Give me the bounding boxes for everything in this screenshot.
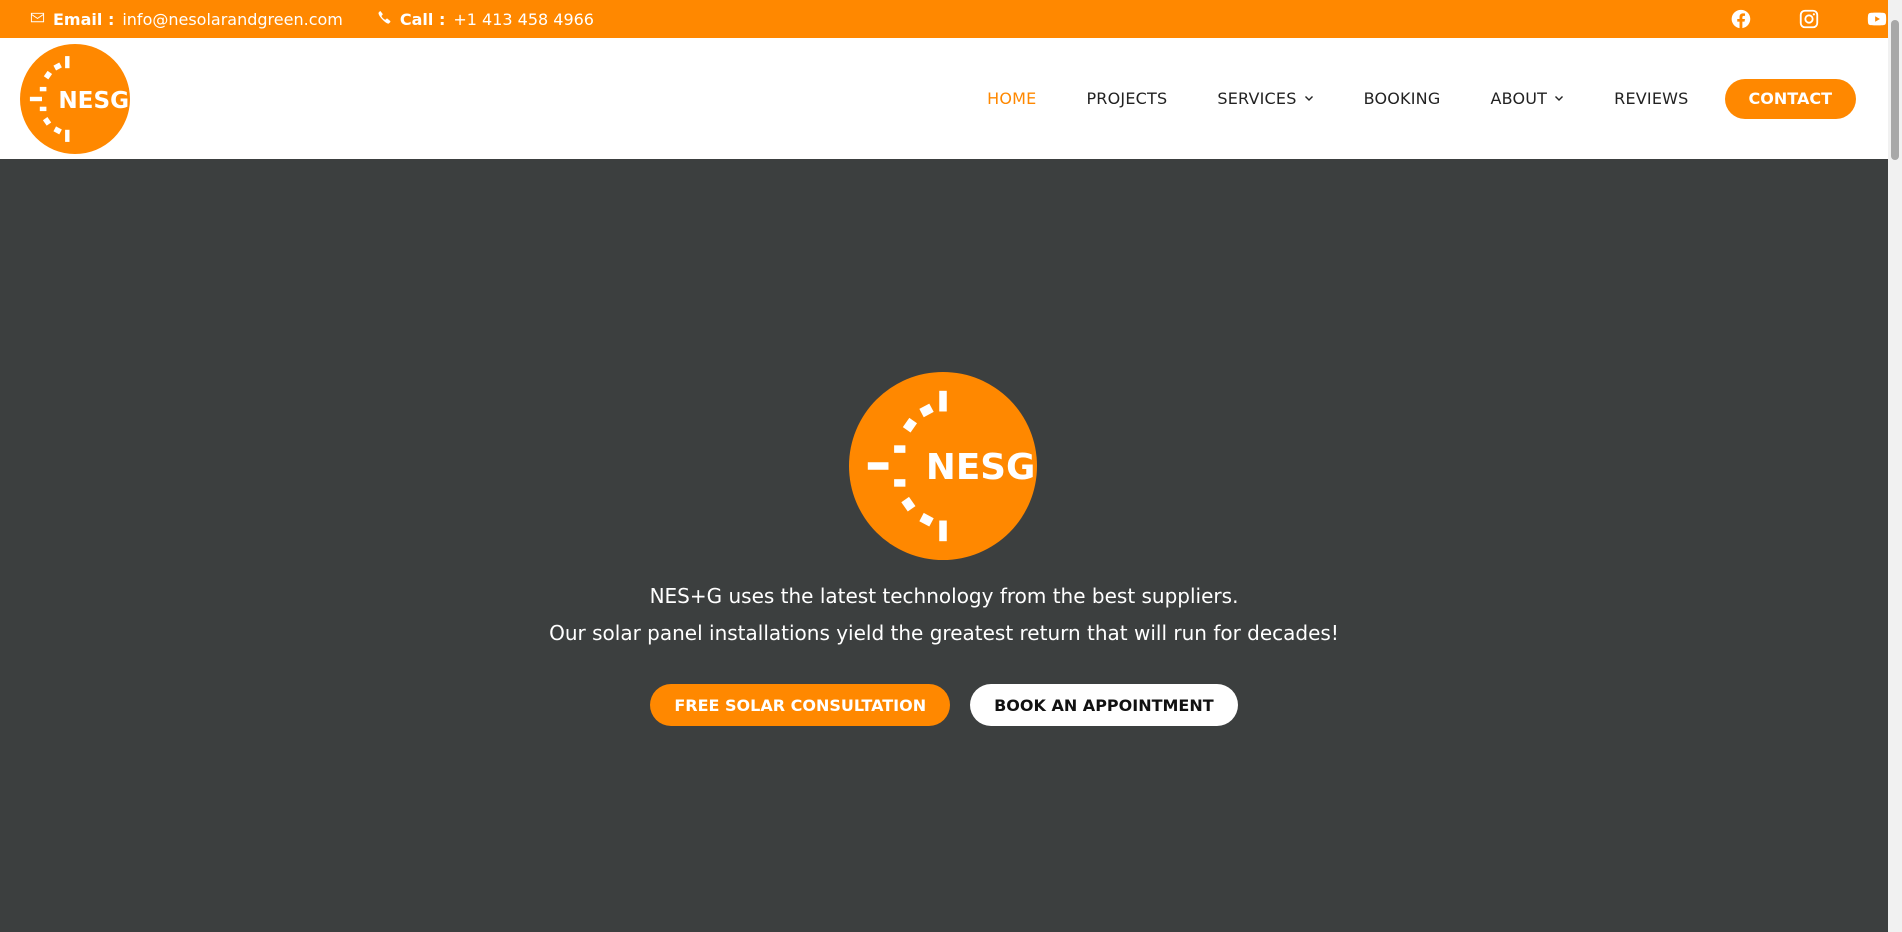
top-contact-bar: Email : info@nesolarandgreen.com Call : … <box>0 0 1888 38</box>
nav-booking[interactable]: BOOKING <box>1364 89 1441 108</box>
facebook-icon[interactable] <box>1730 8 1752 30</box>
nav-booking-label: BOOKING <box>1363 89 1441 108</box>
hero-logo-text: NESG <box>926 447 1035 488</box>
main-navigation: HOME PROJECTS SERVICES BOOKING ABOUT REV… <box>937 38 1856 159</box>
site-header: NESG HOME PROJECTS SERVICES BOOKING ABOU… <box>0 38 1888 159</box>
nav-home[interactable]: HOME <box>987 89 1036 108</box>
phone-contact[interactable]: Call : +1 413 458 4966 <box>377 10 594 29</box>
nav-about[interactable]: ABOUT <box>1490 89 1564 108</box>
chevron-down-icon <box>1554 89 1564 108</box>
call-label: Call : <box>399 9 446 29</box>
email-label: Email : <box>53 9 115 29</box>
nav-reviews[interactable]: REVIEWS <box>1614 89 1688 108</box>
nav-projects[interactable]: PROJECTS <box>1086 89 1167 108</box>
hero-tagline-2: Our solar panel installations yield the … <box>549 621 1339 645</box>
social-links <box>1730 0 1888 38</box>
hero-buttons: FREE SOLAR CONSULTATION BOOK AN APPOINTM… <box>0 684 1888 726</box>
logo-text: NESG <box>58 88 129 114</box>
page-scrollbar[interactable] <box>1888 0 1902 932</box>
instagram-icon[interactable] <box>1798 8 1820 30</box>
free-consultation-button[interactable]: FREE SOLAR CONSULTATION <box>650 684 951 726</box>
scrollbar-thumb[interactable] <box>1891 20 1899 160</box>
phone-value[interactable]: +1 413 458 4966 <box>453 10 594 29</box>
youtube-icon[interactable] <box>1866 8 1888 30</box>
nav-reviews-label: REVIEWS <box>1614 89 1689 108</box>
book-appointment-button[interactable]: BOOK AN APPOINTMENT <box>970 684 1238 726</box>
email-contact[interactable]: Email : info@nesolarandgreen.com <box>30 10 343 29</box>
contact-button[interactable]: CONTACT <box>1724 78 1856 119</box>
phone-icon <box>377 10 392 29</box>
hero-tagline-1: NES+G uses the latest technology from th… <box>649 584 1239 608</box>
email-value[interactable]: info@nesolarandgreen.com <box>122 10 343 29</box>
envelope-icon <box>30 10 45 29</box>
chevron-down-icon <box>1304 89 1314 108</box>
nav-projects-label: PROJECTS <box>1086 89 1168 108</box>
hero-logo: NESG <box>849 372 1037 560</box>
nav-services[interactable]: SERVICES <box>1217 89 1313 108</box>
nav-services-label: SERVICES <box>1217 89 1297 108</box>
nesg-logo[interactable]: NESG <box>20 44 130 154</box>
nav-home-label: HOME <box>987 89 1037 108</box>
nav-about-label: ABOUT <box>1490 89 1548 108</box>
